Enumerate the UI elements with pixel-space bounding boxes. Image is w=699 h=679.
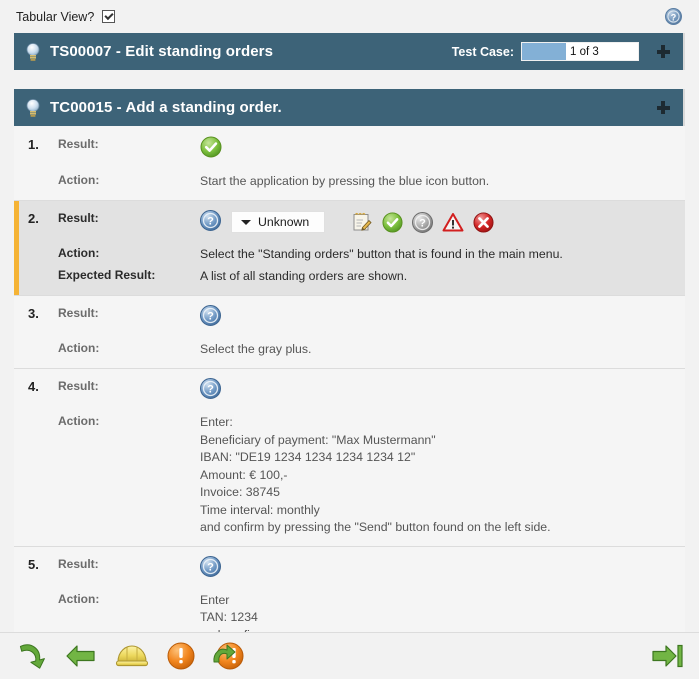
test-case-section: TC00015 - Add a standing order.: [14, 89, 685, 126]
green-check-icon[interactable]: [200, 136, 222, 161]
result-value[interactable]: ?: [200, 378, 221, 402]
test-case-progress-text: 1 of 3: [570, 45, 599, 58]
step-body: Result: ? Action: Enter: Beneficiary of …: [58, 369, 685, 546]
action-icon-group: ?: [351, 211, 494, 233]
blue-question-icon[interactable]: ?: [200, 210, 221, 234]
result-value[interactable]: [200, 136, 222, 161]
status-dropdown-value: Unknown: [258, 215, 310, 229]
table-row[interactable]: 2. Result: ? Unknown ? Action: Select th…: [14, 201, 685, 296]
exclamation-circle-icon[interactable]: [166, 641, 196, 671]
status-dropdown[interactable]: Unknown: [231, 211, 325, 233]
action-label: Action:: [58, 414, 100, 428]
action-value: Select the "Standing orders" button that…: [200, 247, 563, 261]
action-label: Action:: [58, 341, 100, 355]
test-case-label: Test Case:: [451, 44, 514, 59]
action-label: Action:: [58, 246, 100, 260]
test-suite-header[interactable]: TS00007 - Edit standing orders Test Case…: [14, 33, 685, 70]
action-value: Select the gray plus.: [200, 342, 312, 356]
back-arrow-icon[interactable]: [64, 641, 98, 671]
hardhat-icon[interactable]: [114, 641, 150, 671]
action-label: Action:: [58, 591, 100, 606]
svg-text:?: ?: [207, 311, 214, 323]
gray-question-icon[interactable]: ?: [412, 211, 433, 233]
action-value: Start the application by pressing the bl…: [200, 174, 490, 188]
expected-result-value: A list of all standing orders are shown.: [200, 269, 408, 283]
forward-end-arrow-icon[interactable]: [651, 641, 685, 671]
help-question-icon[interactable]: ?: [665, 8, 682, 25]
top-bar: Tabular View? ?: [0, 0, 699, 33]
step-expected-line: Expected Result: A list of all standing …: [58, 267, 679, 286]
svg-text:?: ?: [207, 384, 214, 396]
blue-question-icon[interactable]: ?: [200, 555, 221, 580]
step-result-line: Result:: [58, 210, 679, 234]
step-number: 1.: [28, 137, 39, 152]
add-step-button[interactable]: [653, 98, 673, 118]
exclamation-forward-icon[interactable]: [212, 641, 244, 671]
svg-text:?: ?: [671, 12, 677, 22]
row-gap: [58, 402, 679, 413]
row-gap: [58, 580, 679, 591]
step-result-line: Result: ?: [58, 305, 679, 329]
test-case-progress-fill: [522, 43, 567, 60]
blue-question-icon[interactable]: ?: [200, 378, 221, 402]
result-controls: ? Unknown ?: [200, 210, 494, 234]
svg-text:?: ?: [419, 217, 426, 229]
step-body: Result:: [58, 201, 685, 295]
row-gap: [58, 234, 679, 245]
test-case-progress[interactable]: 1 of 3: [521, 42, 639, 61]
table-row[interactable]: 1. Result: Action: Start the application…: [14, 127, 685, 201]
test-suite-section: TS00007 - Edit standing orders Test Case…: [14, 33, 685, 70]
step-number: 4.: [28, 379, 39, 394]
action-value: Enter: Beneficiary of payment: "Max Must…: [200, 415, 551, 534]
test-case-header[interactable]: TC00015 - Add a standing order.: [14, 89, 685, 126]
step-result-line: Result:: [58, 136, 679, 161]
result-label: Result:: [58, 211, 99, 225]
step-action-line: Action: Select the gray plus.: [58, 340, 679, 359]
green-check-icon[interactable]: [382, 211, 403, 233]
row-gap: [58, 161, 679, 172]
result-label: Result:: [58, 556, 99, 571]
step-action-line: Action: Select the "Standing orders" but…: [58, 245, 679, 264]
step-number: 2.: [28, 211, 39, 226]
lightbulb-icon: [24, 42, 42, 62]
step-result-line: Result: ?: [58, 555, 679, 580]
expected-result-label: Expected Result:: [58, 268, 156, 282]
red-cross-icon[interactable]: [473, 211, 494, 233]
result-label: Result:: [58, 137, 99, 151]
table-row[interactable]: 4. Result: ? Action: Enter: Beneficiary …: [14, 369, 685, 547]
step-result-line: Result: ?: [58, 378, 679, 402]
test-suite-title: TS00007 - Edit standing orders: [50, 43, 274, 60]
svg-text:?: ?: [207, 561, 214, 573]
edit-note-icon[interactable]: [351, 211, 373, 233]
action-label: Action:: [58, 173, 100, 187]
step-body: Result: ? Action: Select the gray plus.: [58, 296, 685, 368]
redo-arrow-icon[interactable]: [14, 641, 48, 671]
step-action-line: Action: Enter: Beneficiary of payment: "…: [58, 413, 679, 537]
lightbulb-icon: [24, 98, 42, 118]
steps-list: 1. Result: Action: Start the application…: [14, 126, 685, 653]
warning-triangle-icon[interactable]: [442, 212, 464, 233]
result-label: Result:: [58, 379, 99, 393]
chevron-down-icon: [241, 219, 251, 225]
tabular-view-label: Tabular View?: [16, 9, 95, 24]
result-value[interactable]: ?: [200, 555, 221, 580]
add-test-case-button[interactable]: [653, 42, 673, 62]
result-label: Result:: [58, 306, 99, 320]
row-gap: [58, 329, 679, 340]
step-action-line: Action: Start the application by pressin…: [58, 172, 679, 191]
step-number: 3.: [28, 306, 39, 321]
result-value[interactable]: ?: [200, 305, 221, 329]
test-case-title: TC00015 - Add a standing order.: [50, 99, 282, 116]
selected-row-marker: [14, 201, 19, 295]
blue-question-icon[interactable]: ?: [200, 305, 221, 329]
tabular-view-checkbox[interactable]: [102, 10, 116, 23]
bottom-toolbar: [0, 632, 699, 679]
svg-text:?: ?: [207, 216, 214, 228]
step-body: Result:: [58, 127, 685, 200]
table-row[interactable]: 3. Result: ? Action: Select the gray plu…: [14, 296, 685, 369]
test-case-selector: Test Case: 1 of 3: [452, 42, 639, 61]
